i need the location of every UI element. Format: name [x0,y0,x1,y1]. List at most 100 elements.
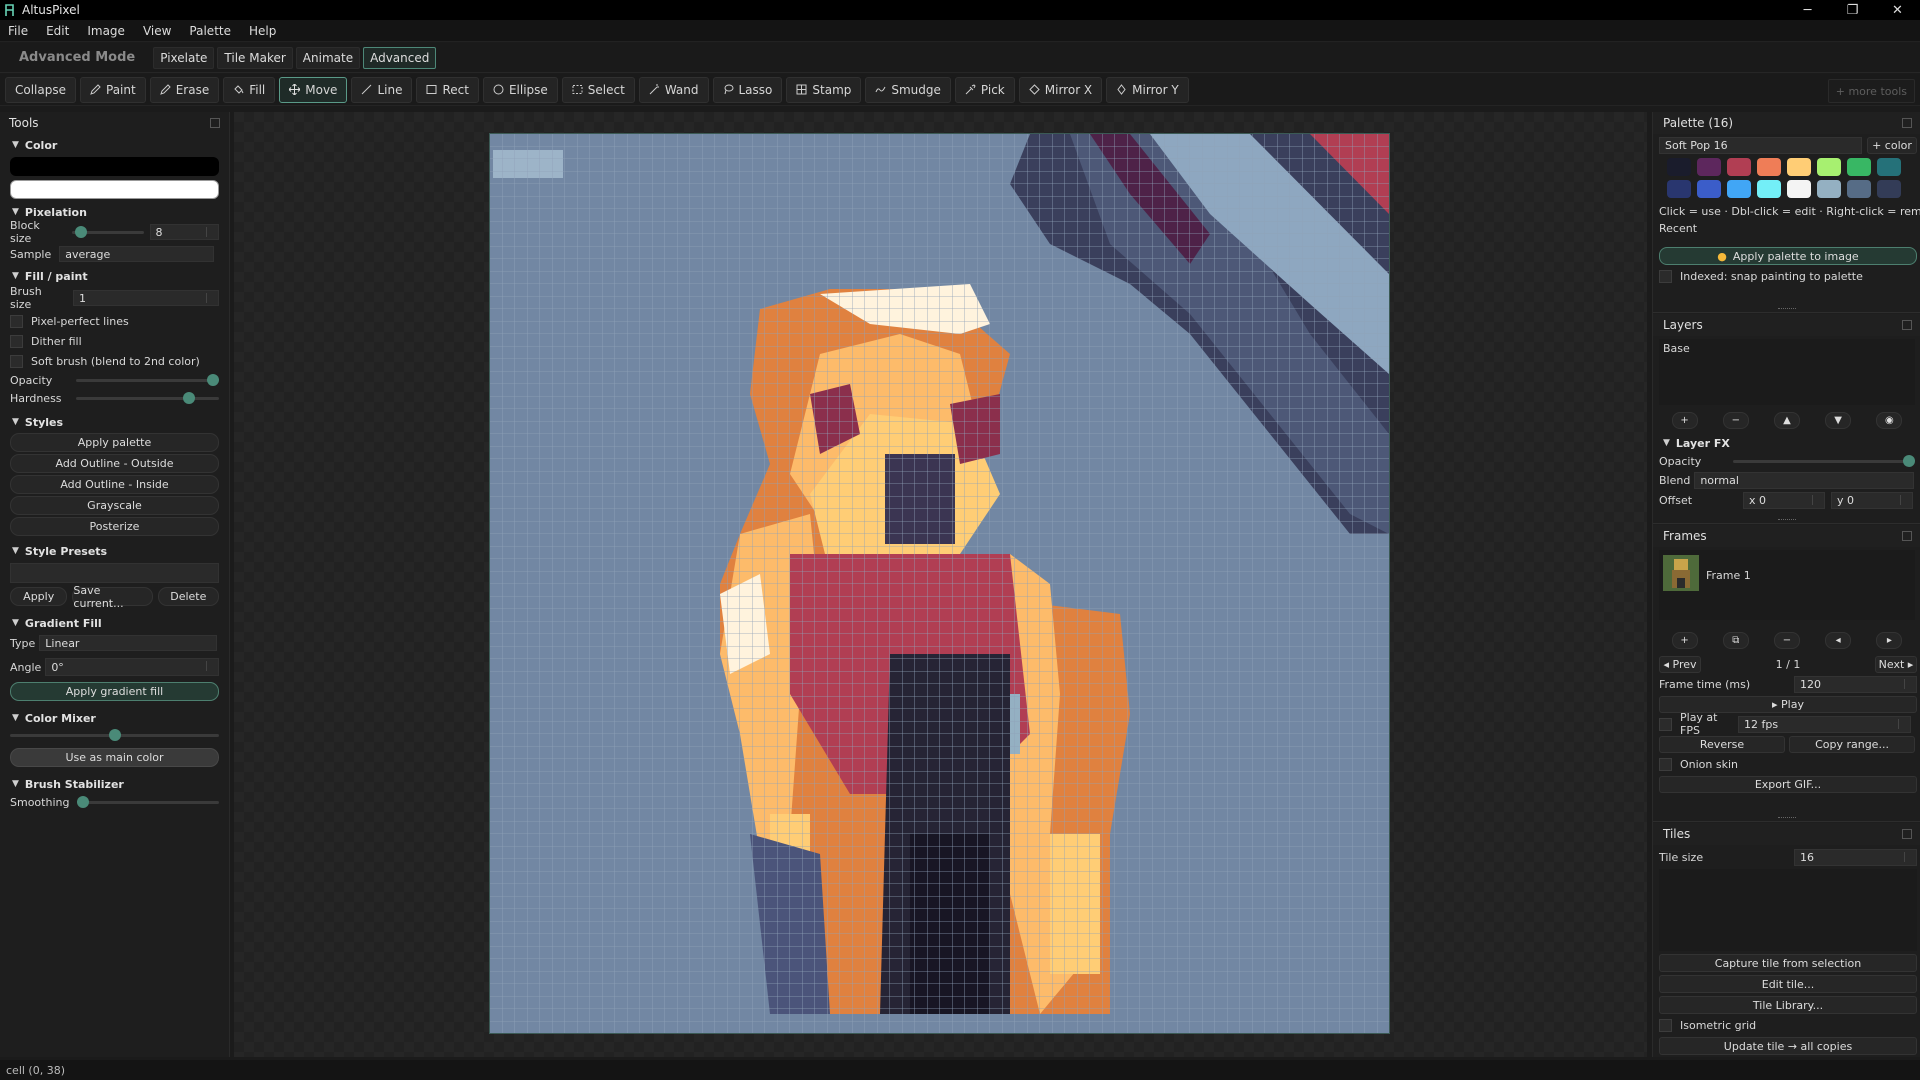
brush-size-input[interactable]: 1 [73,290,219,306]
use-as-main-color-button[interactable]: Use as main color [10,748,219,767]
styles-section-header[interactable]: ▼ Styles [0,413,229,431]
menu-palette[interactable]: Palette [189,24,231,38]
tool-stamp-button[interactable]: Stamp [786,76,862,103]
menu-edit[interactable]: Edit [46,24,69,38]
pixel-perfect-row[interactable]: Pixel-perfect lines [0,311,229,331]
apply-palette-to-image-button[interactable]: ● Apply palette to image [1659,247,1917,265]
preset-apply-button[interactable]: Apply [10,587,68,606]
isometric-checkbox[interactable] [1659,1018,1672,1032]
tab-tile-maker[interactable]: Tile Maker [217,46,293,69]
add-frame-button[interactable]: + [1671,632,1698,649]
add-color-button[interactable]: + color [1867,137,1917,154]
slider-knob[interactable] [108,728,121,741]
indexed-row[interactable]: Indexed: snap painting to palette [1653,266,1920,286]
indexed-checkbox[interactable] [1659,269,1672,283]
tool-fill-button[interactable]: Fill [223,76,276,103]
menu-file[interactable]: File [8,24,28,38]
spinner-icon[interactable] [206,227,215,237]
layer-item-base[interactable]: Base [1663,342,1911,355]
slider-knob[interactable] [77,795,90,808]
edit-tile-button[interactable]: Edit tile... [1659,975,1917,993]
next-frame-button[interactable]: Next ▸ [1874,656,1917,673]
undock-icon[interactable] [1902,829,1912,839]
tool-erase-button[interactable]: Erase [149,76,220,103]
spinner-icon[interactable] [1900,494,1909,505]
palette-swatch-9[interactable] [1667,180,1691,198]
reverse-button[interactable]: Reverse [1659,736,1785,753]
remove-layer-button[interactable]: − [1722,412,1749,429]
add-outline-inside-button[interactable]: Add Outline - Inside [10,475,219,494]
isometric-row[interactable]: Isometric grid [1653,1015,1920,1035]
preset-select[interactable] [10,563,219,583]
collapse-button[interactable]: Collapse [5,76,76,103]
preset-save-button[interactable]: Save current... [72,584,153,610]
resize-grip[interactable] [1778,519,1796,522]
onion-skin-row[interactable]: Onion skin [1653,754,1920,774]
tool-select-button[interactable]: Select [561,76,635,103]
add-layer-button[interactable]: + [1671,412,1698,429]
slider-knob[interactable] [207,373,219,386]
palette-swatch-1[interactable] [1667,158,1691,176]
frame-thumbnail[interactable] [1663,555,1699,591]
palette-swatch-2[interactable] [1697,158,1721,176]
primary-color-swatch[interactable] [10,157,219,176]
dither-checkbox[interactable] [10,334,23,348]
tool-smudge-button[interactable]: Smudge [865,76,951,103]
spinner-icon[interactable] [206,661,215,671]
toggle-visibility-button[interactable]: ◉ [1876,412,1903,429]
style-presets-section-header[interactable]: ▼ Style Presets [0,542,229,560]
tool-mirror-y-button[interactable]: Mirror Y [1106,76,1189,103]
tool-paint-button[interactable]: Paint [80,76,146,103]
block-size-input[interactable]: 8 [149,224,219,240]
hardness-slider[interactable] [75,391,219,404]
slider-knob[interactable] [1903,454,1915,467]
export-gif-button[interactable]: Export GIF... [1659,776,1917,793]
tool-rect-button[interactable]: Rect [416,76,479,103]
menu-view[interactable]: View [143,24,171,38]
sample-select[interactable]: average [59,246,215,262]
soft-brush-row[interactable]: Soft brush (blend to 2nd color) [0,351,229,371]
tile-size-input[interactable]: 16 [1793,848,1917,866]
preset-delete-button[interactable]: Delete [157,587,219,606]
prev-frame-button[interactable]: ◂ Prev [1659,656,1701,673]
update-tile-button[interactable]: Update tile → all copies [1659,1037,1917,1055]
pixel-perfect-checkbox[interactable] [10,314,23,328]
dither-row[interactable]: Dither fill [0,331,229,351]
color-section-header[interactable]: ▼ Color [0,136,229,154]
palette-swatch-11[interactable] [1727,180,1751,198]
palette-swatch-12[interactable] [1757,180,1781,198]
tab-advanced[interactable]: Advanced [363,46,437,69]
move-layer-up-button[interactable]: ▲ [1773,412,1800,429]
add-outline-outside-button[interactable]: Add Outline - Outside [10,454,219,473]
gradient-type-select[interactable]: Linear [39,635,218,651]
palette-swatch-15[interactable] [1847,180,1871,198]
tool-lasso-button[interactable]: Lasso [712,76,783,103]
tile-library-button[interactable]: Tile Library... [1659,996,1917,1014]
minimize-button[interactable]: ─ [1785,0,1830,20]
posterize-button[interactable]: Posterize [10,517,219,536]
frame-time-input[interactable]: 120 [1793,675,1917,693]
palette-swatch-4[interactable] [1757,158,1781,176]
tool-line-button[interactable]: Line [351,76,413,103]
menu-help[interactable]: Help [249,24,276,38]
color-mixer-section-header[interactable]: ▼ Color Mixer [0,709,229,727]
tool-ellipse-button[interactable]: Ellipse [482,76,558,103]
offset-y-input[interactable]: y 0 [1831,491,1913,509]
offset-x-input[interactable]: x 0 [1743,491,1825,509]
fps-select[interactable]: 12 fps [1738,715,1911,733]
tool-move-button[interactable]: Move [279,76,348,103]
fill-paint-section-header[interactable]: ▼ Fill / paint [0,267,229,285]
pixel-art-image[interactable] [490,134,1389,1033]
stabilizer-section-header[interactable]: ▼ Brush Stabilizer [0,775,229,793]
menu-image[interactable]: Image [87,24,125,38]
palette-swatch-8[interactable] [1877,158,1901,176]
capture-tile-button[interactable]: Capture tile from selection [1659,954,1917,972]
layer-opacity-slider[interactable] [1733,454,1915,467]
restore-button[interactable]: ❐ [1830,0,1875,20]
apply-palette-button[interactable]: Apply palette [10,433,219,452]
duplicate-frame-button[interactable]: ⧉ [1722,632,1749,649]
undock-icon[interactable] [1902,531,1912,541]
move-frame-right-button[interactable]: ▸ [1876,632,1903,649]
move-layer-down-button[interactable]: ▼ [1825,412,1852,429]
soft-brush-checkbox[interactable] [10,354,23,368]
